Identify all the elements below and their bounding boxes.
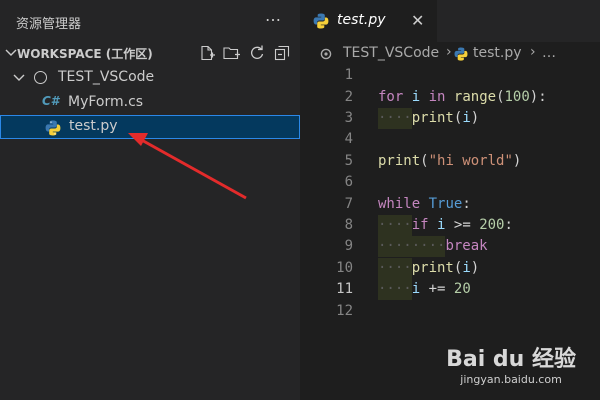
breadcrumb-folder[interactable]: TEST_VSCode (343, 45, 439, 61)
code-line: 12 (302, 301, 600, 322)
code-line-active: 11 ····i += 20 (302, 279, 600, 300)
breadcrumb-file[interactable]: test.py (473, 45, 522, 61)
code-text: ········break (378, 236, 488, 257)
baidu-watermark: Bai du 经验 jingyan.baidu.com (446, 341, 576, 386)
breadcrumb-separator: › (446, 44, 452, 60)
code-text: ····print(i) (378, 108, 479, 129)
code-line: 2 for i in range(100): (302, 87, 600, 108)
line-number: 8 (344, 217, 353, 233)
code-text: for i in range(100): (378, 89, 547, 105)
code-text: while True: (378, 196, 471, 212)
folder-label: TEST_VSCode (58, 69, 155, 85)
line-number: 1 (344, 67, 353, 83)
explorer-actions (197, 43, 292, 63)
code-line: 3 ····print(i) (302, 108, 600, 129)
line-number: 12 (336, 303, 353, 319)
code-line: 5 print("hi world") (302, 151, 600, 172)
code-line: 6 (302, 172, 600, 193)
collapse-all-icon[interactable] (272, 43, 292, 63)
chevron-down-icon (13, 74, 25, 81)
tab-label: test.py (337, 12, 386, 28)
code-text: print("hi world") (378, 153, 522, 169)
line-number: 2 (344, 89, 353, 105)
workspace-label: WORKSPACE (工作区) (17, 47, 153, 61)
file-label: MyForm.cs (68, 94, 144, 110)
line-number: 3 (344, 110, 353, 126)
code-text: ····if i >= 200: (378, 215, 513, 236)
editor-area: test.py ✕ TEST_VSCode › test.py › … 1 2 … (302, 0, 600, 400)
line-number: 6 (344, 174, 353, 190)
line-number: 10 (336, 260, 353, 276)
new-file-icon[interactable] (197, 43, 217, 63)
line-number: 7 (344, 196, 353, 212)
explorer-title: 资源管理器 (16, 17, 82, 32)
explorer-sidebar: 资源管理器 … WORKSPACE (工作区) TEST_VSCode C# M… (0, 0, 300, 400)
file-label: test.py (69, 118, 118, 134)
watermark-url: jingyan.baidu.com (460, 373, 562, 386)
code-line: 10 ····print(i) (302, 258, 600, 279)
folder-item-test-vscode[interactable]: TEST_VSCode (0, 67, 300, 89)
line-number: 11 (336, 281, 353, 297)
csharp-file-icon: C# (42, 94, 60, 108)
code-line: 7 while True: (302, 194, 600, 215)
explorer-header: 资源管理器 … (0, 0, 300, 42)
folder-root-icon (320, 48, 332, 60)
code-text: ····i += 20 (378, 279, 471, 300)
code-text: ····print(i) (378, 258, 479, 279)
code-line: 4 (302, 129, 600, 150)
line-number: 9 (344, 238, 353, 254)
python-file-icon (313, 13, 329, 29)
line-number: 4 (344, 131, 353, 147)
breadcrumb-separator: › (530, 44, 536, 60)
tab-bar: test.py ✕ (302, 0, 600, 42)
python-file-icon (45, 120, 61, 136)
breadcrumb-more[interactable]: … (542, 45, 556, 61)
chevron-down-icon (5, 49, 17, 56)
tab-test-py[interactable]: test.py ✕ (302, 0, 437, 42)
file-item-myform-cs[interactable]: C# MyForm.cs (0, 91, 300, 115)
close-icon[interactable]: ✕ (411, 11, 424, 30)
python-file-icon (454, 47, 468, 61)
folder-root-icon (34, 71, 47, 84)
breadcrumb: TEST_VSCode › test.py › … (302, 42, 600, 66)
watermark-logo: Bai du 经验 (446, 347, 576, 372)
refresh-icon[interactable] (247, 43, 267, 63)
code-line: 8 ····if i >= 200: (302, 215, 600, 236)
code-line: 9 ········break (302, 236, 600, 257)
file-item-test-py[interactable]: test.py (0, 115, 300, 139)
line-number: 5 (344, 153, 353, 169)
new-folder-icon[interactable] (222, 43, 242, 63)
code-line: 1 (302, 65, 600, 86)
more-actions-icon[interactable]: … (265, 6, 282, 25)
workspace-section-header[interactable]: WORKSPACE (工作区) (0, 42, 300, 64)
